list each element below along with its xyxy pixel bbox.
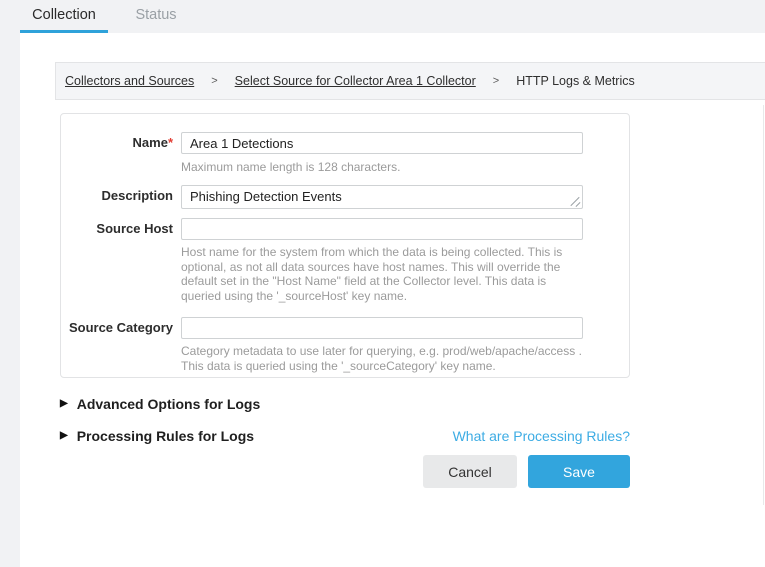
collapse-arrow-icon: ▶ xyxy=(60,399,68,409)
page: Collection Status Collectors and Sources… xyxy=(0,0,765,567)
name-label: Name* xyxy=(61,135,173,151)
tab-status[interactable]: Status xyxy=(126,0,186,30)
source-host-input[interactable] xyxy=(181,218,583,240)
collapse-arrow-icon: ▶ xyxy=(60,431,68,441)
processing-rules-help-link[interactable]: What are Processing Rules? xyxy=(452,428,630,444)
tab-collection-label: Collection xyxy=(32,7,96,23)
tab-status-label: Status xyxy=(135,7,176,23)
breadcrumb-separator: > xyxy=(493,75,499,87)
breadcrumb-link-collectors-and-sources[interactable]: Collectors and Sources xyxy=(65,74,194,88)
description-textarea[interactable]: Phishing Detection Events xyxy=(181,185,583,209)
right-edge-divider xyxy=(763,105,764,505)
source-category-helper-text: Category metadata to use later for query… xyxy=(181,344,583,373)
advanced-options-section-toggle[interactable]: ▶ Advanced Options for Logs xyxy=(60,396,260,412)
breadcrumb-separator: > xyxy=(211,75,217,87)
name-input[interactable] xyxy=(181,132,583,154)
breadcrumb-current-page: HTTP Logs & Metrics xyxy=(516,74,635,88)
tab-bar: Collection Status xyxy=(0,0,765,33)
save-button[interactable]: Save xyxy=(528,455,630,488)
description-field-wrap: Phishing Detection Events xyxy=(181,185,583,209)
breadcrumb: Collectors and Sources > Select Source f… xyxy=(55,62,765,100)
description-label: Description xyxy=(61,188,173,204)
processing-rules-section-toggle[interactable]: ▶ Processing Rules for Logs xyxy=(60,428,254,444)
tab-collection[interactable]: Collection xyxy=(20,0,108,30)
active-tab-indicator xyxy=(20,30,108,33)
processing-rules-label: Processing Rules for Logs xyxy=(77,428,254,444)
source-config-form: Name* Maximum name length is 128 charact… xyxy=(60,113,630,378)
left-gutter xyxy=(0,33,20,567)
source-category-label: Source Category xyxy=(61,320,173,336)
advanced-options-label: Advanced Options for Logs xyxy=(77,396,261,412)
name-helper-text: Maximum name length is 128 characters. xyxy=(181,160,583,175)
cancel-button[interactable]: Cancel xyxy=(423,455,517,488)
source-host-label: Source Host xyxy=(61,221,173,237)
source-category-input[interactable] xyxy=(181,317,583,339)
breadcrumb-link-select-source[interactable]: Select Source for Collector Area 1 Colle… xyxy=(235,74,476,88)
source-host-helper-text: Host name for the system from which the … xyxy=(181,245,583,303)
required-asterisk: * xyxy=(168,135,173,150)
